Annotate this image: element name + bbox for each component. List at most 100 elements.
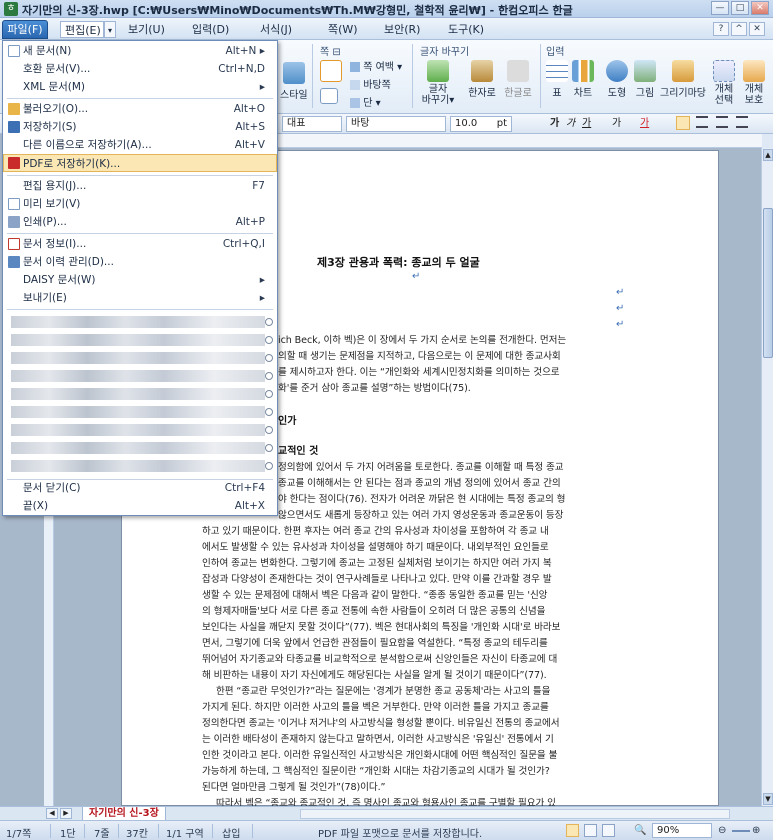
- menu-edit[interactable]: 편집(E): [60, 21, 104, 38]
- pin-icon[interactable]: [265, 372, 273, 380]
- menu-tools[interactable]: 도구(K): [444, 21, 488, 38]
- page-small-button[interactable]: [320, 88, 338, 106]
- recent-file-item[interactable]: [11, 370, 265, 382]
- menu-close-document[interactable]: 문서 닫기(C) Ctrl+F4: [3, 479, 277, 497]
- maximize-button[interactable]: □: [731, 1, 749, 15]
- minimize-button[interactable]: —: [711, 1, 729, 15]
- menu-open[interactable]: 불러오기(O)... Alt+O: [3, 100, 277, 118]
- hanja-button[interactable]: 한자로: [464, 60, 500, 99]
- menu-item-shortcut: ▸: [259, 274, 265, 286]
- bold-button[interactable]: 가: [550, 116, 559, 132]
- menu-save[interactable]: 저장하기(S) Alt+S: [3, 118, 277, 136]
- font-color-button[interactable]: 가: [640, 116, 649, 132]
- align-right-button[interactable]: [736, 116, 748, 128]
- italic-button[interactable]: 가: [566, 116, 575, 132]
- menu-exit[interactable]: 끝(X) Alt+X: [3, 497, 277, 515]
- zoom-select[interactable]: 90%: [652, 823, 712, 838]
- pin-icon[interactable]: [265, 462, 273, 470]
- object-protect-button[interactable]: 개체 보호: [740, 60, 768, 106]
- object-select-button[interactable]: 개체 선택: [710, 60, 738, 106]
- pin-icon[interactable]: [265, 444, 273, 452]
- hangul-button[interactable]: 한글로: [500, 60, 536, 99]
- menu-view[interactable]: 보기(U): [124, 21, 169, 38]
- picture-button[interactable]: 그림: [632, 60, 658, 99]
- recent-file-item[interactable]: [11, 352, 265, 364]
- status-mode[interactable]: 삽입: [222, 825, 240, 840]
- menu-save-as[interactable]: 다른 이름으로 저장하기(A)... Alt+V: [3, 136, 277, 154]
- menu-print[interactable]: 인쇄(P)... Alt+P: [3, 213, 277, 231]
- underline-button[interactable]: 가: [582, 116, 591, 132]
- menu-compatible-document[interactable]: 호환 문서(V)... Ctrl+N,D: [3, 60, 277, 78]
- menu-document-info[interactable]: 문서 정보(I)... Ctrl+Q,I: [3, 235, 277, 253]
- scroll-down-button[interactable]: ▼: [763, 793, 773, 805]
- horizontal-scrollbar[interactable]: [300, 809, 730, 819]
- menu-document-history[interactable]: 문서 이력 관리(D)...: [3, 253, 277, 271]
- align-justify-button[interactable]: [676, 116, 690, 130]
- recent-file-item[interactable]: [11, 316, 265, 328]
- scroll-thumb[interactable]: [763, 208, 773, 358]
- tab-prev-button[interactable]: ◀: [46, 808, 58, 819]
- recent-file-item[interactable]: [11, 334, 265, 346]
- menu-xml-document[interactable]: XML 문서(M) ▸: [3, 78, 277, 96]
- web-view-icon[interactable]: [584, 824, 597, 837]
- shape-button[interactable]: 도형: [604, 60, 630, 99]
- align-center-button[interactable]: [716, 116, 728, 128]
- menu-item-shortcut: Ctrl+Q,I: [222, 238, 265, 250]
- normal-view-icon[interactable]: [566, 824, 579, 837]
- grimgirimadang-button[interactable]: 그리기마당: [660, 60, 706, 99]
- font-size-input[interactable]: 10.0 pt: [450, 116, 512, 132]
- menu-page-setup[interactable]: 편집 용지(J)... F7: [3, 177, 277, 195]
- pin-icon[interactable]: [265, 354, 273, 362]
- zoom-out-button[interactable]: ⊖: [718, 825, 726, 836]
- document-tab[interactable]: 자기만의 신-3장: [82, 807, 166, 821]
- menu-preview[interactable]: 미리 보기(V): [3, 195, 277, 213]
- recent-file-item[interactable]: [11, 460, 265, 472]
- font-select[interactable]: 바탕: [346, 116, 446, 132]
- recent-file-item[interactable]: [11, 442, 265, 454]
- outline-view-icon[interactable]: [602, 824, 615, 837]
- chart-button[interactable]: 차트: [570, 60, 596, 99]
- tab-next-button[interactable]: ▶: [60, 808, 72, 819]
- pin-icon[interactable]: [265, 390, 273, 398]
- page-layout-button[interactable]: [320, 60, 342, 84]
- close-doc-button[interactable]: ✕: [749, 22, 765, 36]
- pin-icon[interactable]: [265, 318, 273, 326]
- menu-file[interactable]: 파일(F): [2, 20, 48, 39]
- page-margin-button[interactable]: 쪽 여백 ▾: [350, 58, 402, 73]
- menu-security[interactable]: 보안(R): [380, 21, 424, 38]
- align-left-button[interactable]: [696, 116, 708, 128]
- zoom-icon[interactable]: 🔍: [634, 825, 646, 836]
- recent-file-item[interactable]: [11, 406, 265, 418]
- pin-icon[interactable]: [265, 336, 273, 344]
- zoom-in-button[interactable]: ⊕: [752, 825, 760, 836]
- menu-insert[interactable]: 입력(D): [188, 21, 233, 38]
- menu-edit-dropdown[interactable]: ▾: [104, 21, 116, 38]
- style-select[interactable]: 대표: [282, 116, 342, 132]
- page-icon: [320, 60, 342, 82]
- style-button[interactable]: 스타일: [280, 62, 308, 101]
- menu-format[interactable]: 서식(J): [256, 21, 296, 38]
- column-button[interactable]: 단 ▾: [350, 94, 381, 109]
- char-change-button[interactable]: 글자 바꾸기▾: [418, 60, 458, 106]
- status-char: 37칸: [126, 829, 148, 840]
- table-button[interactable]: 표: [544, 60, 570, 99]
- vertical-scrollbar[interactable]: ▲ ▼: [761, 148, 773, 806]
- background-page-button[interactable]: 바탕쪽: [350, 76, 391, 91]
- recent-file-item[interactable]: [11, 424, 265, 436]
- close-button[interactable]: ✕: [751, 1, 769, 15]
- recent-file-item[interactable]: [11, 388, 265, 400]
- scroll-up-button[interactable]: ▲: [763, 149, 773, 161]
- menu-send[interactable]: 보내기(E) ▸: [3, 289, 277, 307]
- zoom-slider[interactable]: [732, 830, 750, 832]
- help-button[interactable]: ?: [713, 22, 729, 36]
- shape-icon: [606, 60, 628, 82]
- menu-daisy-document[interactable]: DAISY 문서(W) ▸: [3, 271, 277, 289]
- menu-page[interactable]: 쪽(W): [324, 21, 362, 38]
- menu-save-as-pdf[interactable]: PDF로 저장하기(K)...: [3, 154, 277, 172]
- collapse-ribbon-button[interactable]: ^: [731, 22, 747, 36]
- strikethrough-button[interactable]: 가: [612, 116, 621, 132]
- body-line: 잡성과 다양성이 존재한다는 것이 연구사례들로 나타나고 있다. 만약 이를 …: [202, 574, 552, 585]
- menu-new-document[interactable]: 새 문서(N) Alt+N ▸: [3, 42, 277, 60]
- pin-icon[interactable]: [265, 408, 273, 416]
- pin-icon[interactable]: [265, 426, 273, 434]
